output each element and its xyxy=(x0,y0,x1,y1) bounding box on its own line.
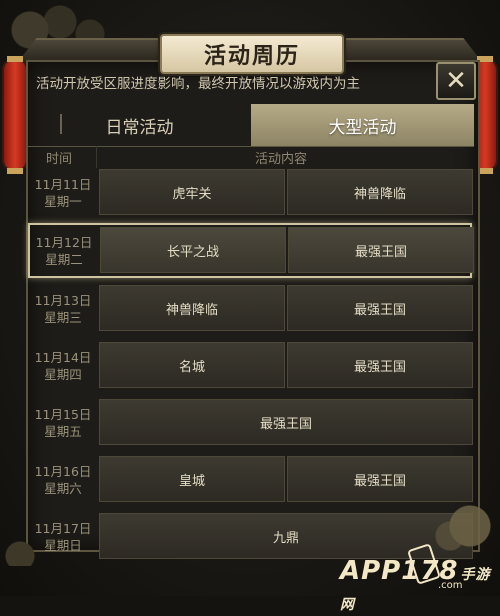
header-content: 活动内容 xyxy=(255,152,308,167)
weekday-label: 星期一 xyxy=(44,193,82,209)
event-cell[interactable]: 最强王国 xyxy=(287,342,473,388)
weekday-label: 星期三 xyxy=(44,309,82,325)
event-cell[interactable]: 虎牢关 xyxy=(99,169,285,215)
date-label: 11月13日 xyxy=(34,292,92,308)
divider xyxy=(96,146,97,168)
date-label: 11月12日 xyxy=(35,234,93,250)
weekday-label: 星期六 xyxy=(44,480,82,496)
event-cell[interactable]: 最强王国 xyxy=(287,285,473,331)
event-cell[interactable]: 最强王国 xyxy=(288,227,474,273)
date-cell: 11月15日 星期五 xyxy=(29,397,97,448)
cloud-ornament-icon xyxy=(0,536,50,566)
tab-bar: 日常活动 大型活动 xyxy=(28,104,474,147)
schedule-list: 11月11日 星期一 虎牢关 神兽降临 11月12日 星期二 长平之战 最强王国… xyxy=(28,166,474,567)
event-cell[interactable]: 长平之战 xyxy=(100,227,286,273)
header-time: 时间 xyxy=(46,152,73,167)
date-cell: 11月12日 星期二 xyxy=(30,225,98,276)
event-cell[interactable]: 最强王国 xyxy=(99,399,473,445)
notice-text: 活动开放受区服进度影响，最终开放情况以游戏内为主 xyxy=(36,76,360,92)
schedule-row: 11月16日 星期六 皇城 最强王国 xyxy=(28,453,473,506)
watermark-domain: .com xyxy=(438,580,463,591)
schedule-row: 11月13日 星期三 神兽降临 最强王国 xyxy=(28,282,473,335)
event-cell[interactable]: 神兽降临 xyxy=(287,169,473,215)
schedule-row: 11月14日 星期四 名城 最强王国 xyxy=(28,339,473,392)
date-cell: 11月11日 星期一 xyxy=(29,167,97,218)
weekday-label: 星期二 xyxy=(45,251,83,267)
date-cell: 11月14日 星期四 xyxy=(29,340,97,391)
watermark-logo: APP178 手游网 xyxy=(340,556,500,616)
event-cell[interactable]: 神兽降临 xyxy=(99,285,285,331)
event-cell[interactable]: 皇城 xyxy=(99,456,285,502)
tab-major[interactable]: 大型活动 xyxy=(251,104,474,146)
date-cell: 11月13日 星期三 xyxy=(29,283,97,334)
date-label: 11月14日 xyxy=(34,349,92,365)
date-label: 11月16日 xyxy=(34,463,92,479)
weekday-label: 星期四 xyxy=(44,366,82,382)
date-cell: 11月16日 星期六 xyxy=(29,454,97,505)
date-label: 11月11日 xyxy=(34,176,92,192)
event-cell[interactable]: 名城 xyxy=(99,342,285,388)
page-title: 活动周历 xyxy=(160,34,344,74)
weekday-label: 星期五 xyxy=(44,423,82,439)
close-icon: ✕ xyxy=(445,66,467,96)
divider xyxy=(60,114,62,134)
close-button[interactable]: ✕ xyxy=(436,62,476,100)
schedule-row: 11月11日 星期一 虎牢关 神兽降临 xyxy=(28,166,473,219)
schedule-row-today: 11月12日 星期二 长平之战 最强王国 xyxy=(28,223,474,278)
date-label: 11月15日 xyxy=(34,406,92,422)
cloud-ornament-icon xyxy=(430,496,500,556)
date-label: 11月17日 xyxy=(34,520,92,536)
schedule-row: 11月15日 星期五 最强王国 xyxy=(28,396,473,449)
lantern-icon xyxy=(4,56,26,174)
